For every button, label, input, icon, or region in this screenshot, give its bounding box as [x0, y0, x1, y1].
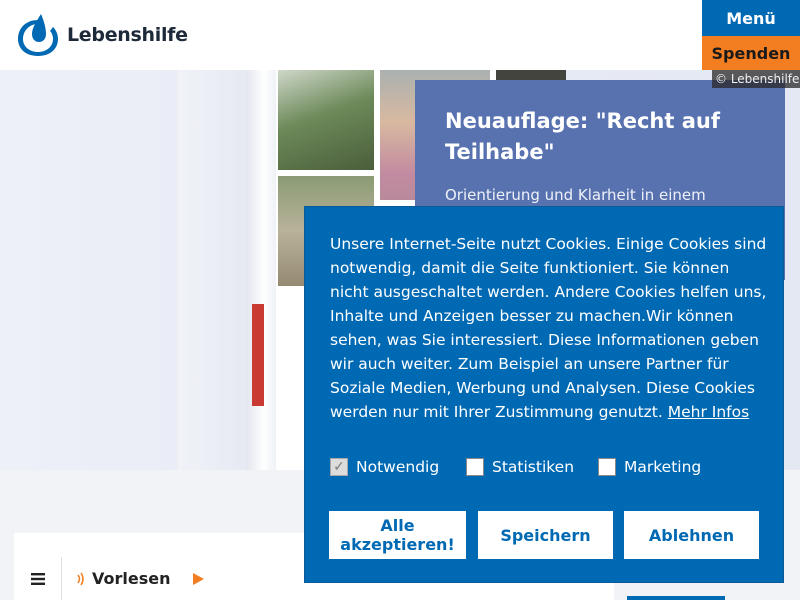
necessary-checkbox — [330, 458, 348, 476]
marketing-label[interactable]: Marketing — [624, 458, 701, 476]
lebenshilfe-logo-icon — [18, 14, 58, 56]
cookie-options: Notwendig Statistiken Marketing — [330, 458, 770, 480]
statistics-label[interactable]: Statistiken — [492, 458, 574, 476]
cookie-banner: Unsere Internet-Seite nutzt Cookies. Ein… — [304, 206, 784, 583]
play-icon[interactable] — [192, 572, 204, 585]
book-photo-trees — [278, 70, 374, 170]
site-logo[interactable]: Lebenshilfe — [14, 12, 188, 58]
read-aloud-menu[interactable] — [15, 557, 62, 600]
read-aloud-label[interactable]: Vorlesen — [92, 569, 171, 588]
necessary-label: Notwendig — [356, 458, 440, 476]
accent-bar — [627, 596, 725, 600]
image-credit: © Lebenshilfe — [712, 70, 800, 88]
save-button[interactable]: Speichern — [478, 511, 613, 559]
cookie-text: Unsere Internet-Seite nutzt Cookies. Ein… — [330, 235, 767, 421]
site-header: Lebenshilfe — [0, 0, 800, 70]
book-spine — [246, 70, 276, 470]
speaker-icon — [77, 572, 84, 585]
brand-name: Lebenshilfe — [67, 24, 188, 46]
option-marketing[interactable]: Marketing — [598, 458, 701, 476]
news-title[interactable]: Neuauflage: "Recht auf Teilhabe" — [445, 106, 755, 168]
hero-background-panel — [178, 70, 248, 470]
donate-button[interactable]: Spenden — [702, 36, 800, 70]
accept-all-button[interactable]: Alle akzeptieren! — [329, 511, 466, 559]
reject-button[interactable]: Ablehnen — [624, 511, 759, 559]
marketing-checkbox[interactable] — [598, 458, 616, 476]
menu-button[interactable]: Menü — [702, 0, 800, 36]
statistics-checkbox[interactable] — [466, 458, 484, 476]
read-aloud-bar[interactable]: Vorlesen — [15, 557, 209, 600]
more-info-link[interactable]: Mehr Infos — [668, 403, 749, 421]
book-red-strip — [252, 304, 264, 406]
option-statistics[interactable]: Statistiken — [466, 458, 574, 476]
news-text: Orientierung und Klarheit in einem — [445, 186, 706, 204]
cookie-description: Unsere Internet-Seite nutzt Cookies. Ein… — [330, 232, 770, 424]
menu-icon — [31, 572, 45, 585]
option-necessary: Notwendig — [330, 458, 439, 476]
